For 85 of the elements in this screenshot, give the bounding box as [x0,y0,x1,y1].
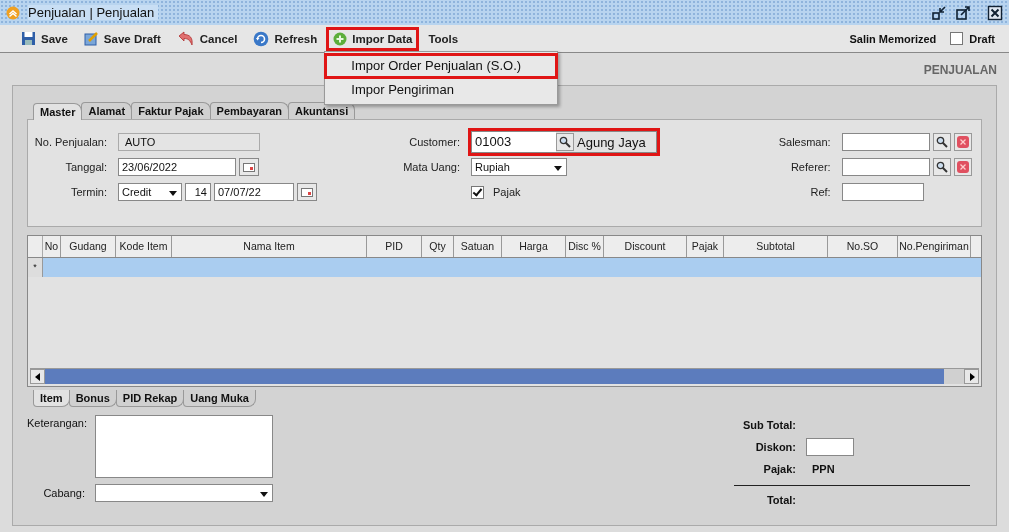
clear-icon [955,135,970,149]
tab[interactable]: Faktur Pajak [131,102,211,119]
column-header[interactable]: Discount [604,236,687,257]
search-button[interactable] [932,133,951,151]
tax-checkbox[interactable] [471,185,484,199]
days-field[interactable]: 14 [185,183,211,201]
column-header[interactable]: Nama Item [172,236,367,257]
summary-label: Pajak: [762,463,796,475]
toolbar-button[interactable]: Save [14,26,75,51]
restore-icon[interactable] [931,4,947,21]
column-header[interactable]: Disc % [566,236,604,257]
tab[interactable]: Master [33,103,83,120]
undo-arrow-icon [176,31,195,46]
table-row[interactable]: * [28,258,981,277]
toolbar-button[interactable]: Save Draft [76,26,168,51]
branch-dropdown[interactable] [95,484,273,502]
toolbar-button[interactable]: Tools [421,26,466,51]
field-label: Ref: [809,186,832,198]
menu-item[interactable]: Impor Pengiriman [325,77,558,102]
summary-label: Sub Total: [742,419,796,431]
summary-label: Total: [765,494,796,506]
column-header[interactable]: Qty [422,236,454,257]
due-date-field[interactable]: 07/07/22 [214,183,294,201]
field-label: Cabang: [42,486,85,501]
column-header[interactable]: Gudang [61,236,116,257]
plus-circle-icon [333,31,348,46]
right-arrow-icon [968,372,975,381]
window-title: Penjualan | Penjualan [28,5,159,20]
field-label: Customer: [408,136,461,148]
summary-label: Diskon: [754,441,796,453]
row-marker: * [28,258,43,277]
toolbar-button[interactable]: Refresh [246,26,325,51]
column-header[interactable]: No.Pengiriman [898,236,971,257]
calendar-icon [301,187,313,197]
search-icon [935,136,948,148]
notes-field[interactable] [95,415,273,478]
customer-field[interactable]: 01003 Agung Jaya [471,131,657,153]
column-header[interactable]: Satuan [454,236,502,257]
column-header[interactable]: Kode Item [116,236,172,257]
memorized-label[interactable]: Salin Memorized [849,32,937,45]
menu-item[interactable]: Impor Order Penjualan (S.O.) [325,53,558,78]
field-label: Salesman: [777,136,832,148]
column-header[interactable]: No.SO [828,236,898,257]
left-arrow-icon [34,372,41,381]
app-icon [6,5,20,20]
field-label: Keterangan: [27,416,85,431]
salesman-field[interactable] [841,133,930,151]
field-label: No. Penjualan: [33,136,108,148]
tab[interactable]: Pembayaran [209,102,289,119]
term-dropdown[interactable]: Credit [118,183,182,201]
toolbar-button[interactable]: Impor Data [326,26,420,51]
tab[interactable]: Uang Muka [183,390,256,407]
number-field: AUTO [118,133,260,151]
calendar-button[interactable] [297,183,317,201]
field-label: Termin: [69,186,108,198]
refresh-icon [253,30,270,47]
checkbox-label: Pajak [493,186,521,198]
calendar-icon [243,162,255,172]
search-button[interactable] [932,158,951,176]
currency-dropdown[interactable]: Rupiah [471,158,567,176]
search-icon [559,136,571,148]
field-label: Tanggal: [64,161,108,173]
notepad-pencil-icon [83,31,99,46]
date-field[interactable]: 23/06/2022 [118,158,236,176]
column-header[interactable]: Harga [502,236,566,257]
column-header[interactable]: Pajak [687,236,724,257]
close-icon[interactable] [987,4,1003,21]
search-icon [935,161,948,173]
column-header[interactable]: No [43,236,61,257]
column-header[interactable]: Subtotal [724,236,828,257]
field-label: Referer: [789,161,832,173]
column-header[interactable]: PID [367,236,422,257]
draft-label: Draft [969,32,995,45]
maximize-icon[interactable] [955,4,971,21]
tax-value: PPN [812,463,835,475]
section-title: PENJUALAN [923,62,997,79]
toolbar-button[interactable]: Cancel [169,26,245,51]
referer-field[interactable] [841,158,930,176]
discount-field[interactable] [806,438,854,456]
calendar-button[interactable] [239,158,259,176]
tab[interactable]: Item [33,390,70,407]
draft-checkbox[interactable] [950,32,964,45]
ref-field[interactable] [841,183,924,201]
clear-icon [955,160,970,174]
field-label: Mata Uang: [402,161,461,173]
